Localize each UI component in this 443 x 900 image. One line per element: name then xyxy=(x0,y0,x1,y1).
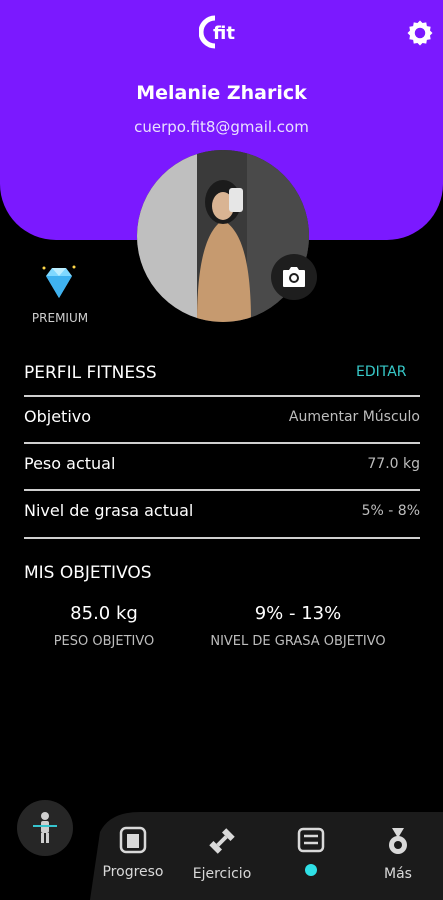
body-measure-icon xyxy=(33,812,57,843)
goal-fat-label: NIVEL DE GRASA OBJETIVO xyxy=(210,634,386,649)
app-logo: fit xyxy=(199,15,235,49)
row-value: 5% - 8% xyxy=(361,503,420,519)
goals-section-title: MIS OBJETIVOS xyxy=(24,563,152,583)
active-indicator-dot xyxy=(305,864,317,876)
diamond-icon[interactable] xyxy=(38,262,80,304)
profile-section-title: PERFIL FITNESS xyxy=(24,363,157,383)
camera-icon xyxy=(283,267,305,287)
edit-profile-link[interactable]: EDITAR xyxy=(356,364,407,380)
nav-label: Más xyxy=(384,866,412,882)
goal-weight-label: PESO OBJETIVO xyxy=(53,634,155,649)
change-photo-button[interactable] xyxy=(271,254,317,300)
user-email: cuerpo.fit8@gmail.com xyxy=(134,118,309,136)
goal-fat-value: 9% - 13% xyxy=(254,603,342,624)
nav-ejercicio[interactable]: Ejercicio xyxy=(178,826,266,882)
nav-progreso[interactable]: Progreso xyxy=(89,826,177,880)
user-name: Melanie Zharick xyxy=(136,82,307,104)
row-label: Nivel de grasa actual xyxy=(24,501,194,520)
row-label: Peso actual xyxy=(24,454,116,473)
nav-mas[interactable]: Más xyxy=(354,826,442,882)
nav-perfil-active[interactable] xyxy=(267,826,355,880)
row-value: Aumentar Músculo xyxy=(288,409,420,425)
settings-gear-icon[interactable] xyxy=(405,18,435,48)
profile-row-objective[interactable]: Objetivo Aumentar Músculo xyxy=(24,395,420,443)
row-value: 77.0 kg xyxy=(367,456,420,472)
premium-label: PREMIUM xyxy=(31,311,89,325)
nav-label: Ejercicio xyxy=(192,866,252,882)
nav-label: Progreso xyxy=(102,864,164,880)
profile-row-fat-level[interactable]: Nivel de grasa actual 5% - 8% xyxy=(24,489,420,539)
svg-text:fit: fit xyxy=(213,23,235,44)
profile-list-icon xyxy=(297,827,325,853)
profile-row-weight[interactable]: Peso actual 77.0 kg xyxy=(24,442,420,490)
dumbbell-icon xyxy=(209,828,235,854)
medal-icon xyxy=(389,828,407,854)
workout-fab-button[interactable] xyxy=(17,800,73,856)
scale-icon xyxy=(119,826,147,854)
goal-weight-value: 85.0 kg xyxy=(70,603,138,624)
row-label: Objetivo xyxy=(24,407,92,426)
